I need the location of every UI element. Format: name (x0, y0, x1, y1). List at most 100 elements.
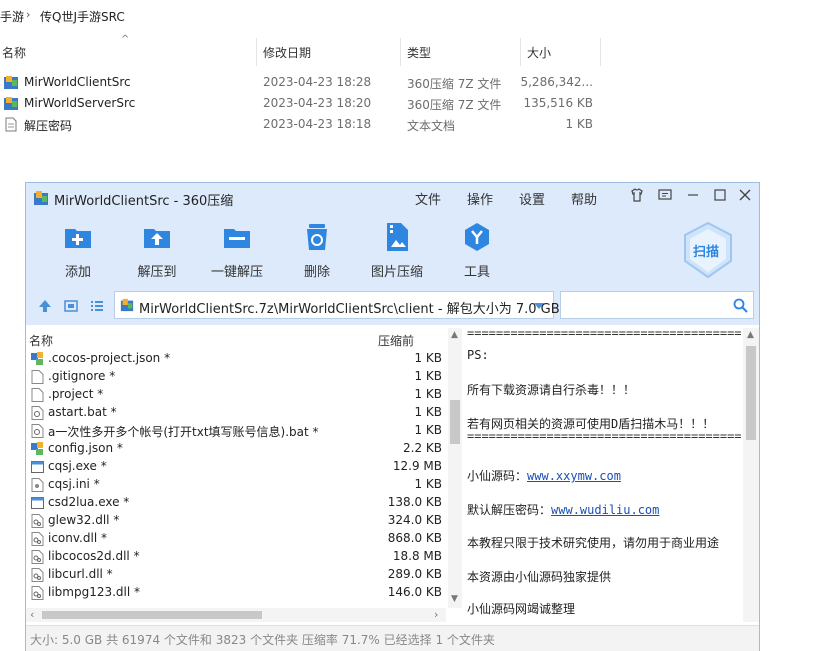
text-document-icon (5, 117, 17, 132)
item-name: libcocos2d.dll * (48, 549, 140, 563)
exe-icon (31, 496, 44, 510)
column-header-name[interactable]: 名称 (2, 44, 26, 61)
list-item[interactable]: cqsj.ini * 1 KB (26, 476, 446, 494)
column-divider[interactable] (520, 38, 521, 66)
list-view-icon[interactable] (90, 299, 104, 313)
horizontal-scrollbar[interactable]: ‹ › (26, 608, 446, 622)
sort-ascending-icon: ^ (121, 34, 130, 45)
scroll-down-icon[interactable]: ▼ (451, 594, 458, 604)
navigation-bar: MirWorldClientSrc.7z\MirWorldClientSrc\c… (26, 287, 759, 325)
list-item[interactable]: .gitignore * 1 KB (26, 368, 446, 386)
note-line: 所有下载资源请自行杀毒！！！ (467, 383, 636, 397)
file-type: 文本文档 (407, 119, 456, 133)
item-size: 146.0 KB (387, 585, 442, 599)
scrollbar-thumb[interactable] (42, 611, 262, 619)
scan-button[interactable]: 扫描 (681, 221, 735, 279)
item-size: 1 KB (414, 351, 442, 365)
file-type: 360压缩 7Z 文件 (407, 77, 502, 91)
list-item[interactable]: csd2lua.exe * 138.0 KB (26, 494, 446, 512)
extract-to-button[interactable]: 解压到 (117, 221, 197, 281)
up-arrow-icon[interactable] (38, 299, 52, 313)
scroll-up-icon[interactable]: ▲ (451, 330, 458, 340)
item-name: cqsj.exe * (48, 459, 107, 473)
search-input[interactable] (560, 291, 754, 319)
path-bar[interactable]: MirWorldClientSrc.7z\MirWorldClientSrc\c… (114, 291, 560, 319)
item-name: config.json * (48, 441, 123, 455)
archive-icon (120, 298, 134, 312)
add-label: 添加 (64, 265, 91, 280)
list-item[interactable]: libcocos2d.dll * 18.8 MB (26, 548, 446, 566)
path-text: MirWorldClientSrc.7z\MirWorldClientSrc\c… (139, 302, 560, 317)
skin-icon[interactable] (627, 187, 647, 207)
menu-file[interactable]: 文件 (415, 189, 441, 208)
column-header-size[interactable]: 压缩前 (378, 332, 414, 349)
delete-label: 删除 (303, 265, 330, 280)
vertical-scrollbar[interactable]: ▲ (743, 328, 759, 622)
list-item[interactable]: .cocos-project.json * 1 KB (26, 350, 446, 368)
thumbnail-view-icon[interactable] (64, 299, 78, 313)
file-row[interactable]: MirWorldClientSrc 2023-04-23 18:28 360压缩… (0, 72, 831, 93)
column-divider[interactable] (600, 38, 601, 66)
column-header-name[interactable]: 名称 (29, 332, 53, 349)
list-item[interactable]: glew32.dll * 324.0 KB (26, 512, 446, 530)
maximize-icon[interactable] (710, 187, 730, 207)
item-name: csd2lua.exe * (48, 495, 130, 509)
list-item[interactable]: cqsj.exe * 12.9 MB (26, 458, 446, 476)
feedback-icon[interactable] (655, 187, 675, 207)
scroll-right-icon[interactable]: › (434, 608, 438, 621)
minimize-icon[interactable] (683, 187, 703, 207)
chevron-down-icon[interactable] (533, 302, 545, 310)
list-item[interactable]: libcurl.dll * 289.0 KB (26, 566, 446, 584)
delete-button[interactable]: 删除 (277, 221, 357, 281)
list-item[interactable]: libmpg123.dll * 146.0 KB (26, 584, 446, 602)
menu-operation[interactable]: 操作 (467, 189, 493, 208)
password-link[interactable]: www.wudiliu.com (551, 503, 659, 517)
item-name: .project * (48, 387, 104, 401)
note-line: 本教程只限于技术研究使用，请勿用于商业用途 (467, 536, 720, 550)
scrollbar-thumb[interactable] (450, 400, 460, 444)
file-date: 2023-04-23 18:20 (263, 96, 372, 110)
column-header-type[interactable]: 类型 (407, 44, 431, 61)
note-link-line: 小仙源码：www.xxymw.com (467, 467, 621, 484)
scrollbar-thumb[interactable] (746, 346, 756, 440)
item-name: .cocos-project.json * (48, 351, 171, 365)
scroll-left-icon[interactable]: ‹ (30, 608, 34, 621)
column-header-size[interactable]: 大小 (527, 44, 551, 61)
column-divider[interactable] (400, 38, 401, 66)
column-header-date[interactable]: 修改日期 (263, 44, 311, 61)
item-size: 138.0 KB (387, 495, 442, 509)
breadcrumb-item-parent[interactable]: 手游 (0, 8, 24, 25)
list-item[interactable]: config.json * 2.2 KB (26, 440, 446, 458)
item-size: 2.2 KB (403, 441, 442, 455)
list-item[interactable]: .project * 1 KB (26, 386, 446, 404)
dll-icon (31, 514, 44, 528)
item-size: 324.0 KB (387, 513, 442, 527)
image-compress-button[interactable]: 图片压缩 (357, 221, 437, 281)
breadcrumb-item-current[interactable]: 传Q世J手游SRC (40, 8, 125, 25)
close-icon[interactable] (735, 187, 755, 207)
item-size: 12.9 MB (392, 459, 442, 473)
vertical-scrollbar[interactable]: ▲ ▼ (448, 328, 462, 608)
one-click-extract-button[interactable]: 一键解压 (197, 221, 277, 281)
list-item[interactable]: iconv.dll * 868.0 KB (26, 530, 446, 548)
item-size: 1 KB (414, 369, 442, 383)
file-row[interactable]: 解压密码 2023-04-23 18:18 文本文档 1 KB (0, 114, 831, 135)
exe-icon (31, 460, 44, 474)
search-icon[interactable] (733, 298, 748, 313)
menu-help[interactable]: 帮助 (571, 189, 597, 208)
status-text: 大小: 5.0 GB 共 61974 个文件和 3823 个文件夹 压缩率 71… (30, 633, 495, 647)
menu-settings[interactable]: 设置 (519, 189, 545, 208)
scroll-up-icon[interactable]: ▲ (747, 330, 754, 340)
item-name: libmpg123.dll * (48, 585, 141, 599)
add-icon (65, 229, 91, 248)
file-row[interactable]: MirWorldServerSrc 2023-04-23 18:20 360压缩… (0, 93, 831, 114)
add-button[interactable]: 添加 (38, 221, 118, 281)
list-item[interactable]: a一次性多开多个帐号(打开txt填写账号信息).bat * 1 KB (26, 422, 446, 440)
tools-button[interactable]: 工具 (437, 221, 517, 281)
list-item[interactable]: astart.bat * 1 KB (26, 404, 446, 422)
column-divider[interactable] (256, 38, 257, 66)
note-ps: PS: (467, 348, 489, 362)
file-size: 1 KB (565, 117, 593, 131)
site-link[interactable]: www.xxymw.com (527, 469, 621, 483)
item-name: cqsj.ini * (48, 477, 100, 491)
